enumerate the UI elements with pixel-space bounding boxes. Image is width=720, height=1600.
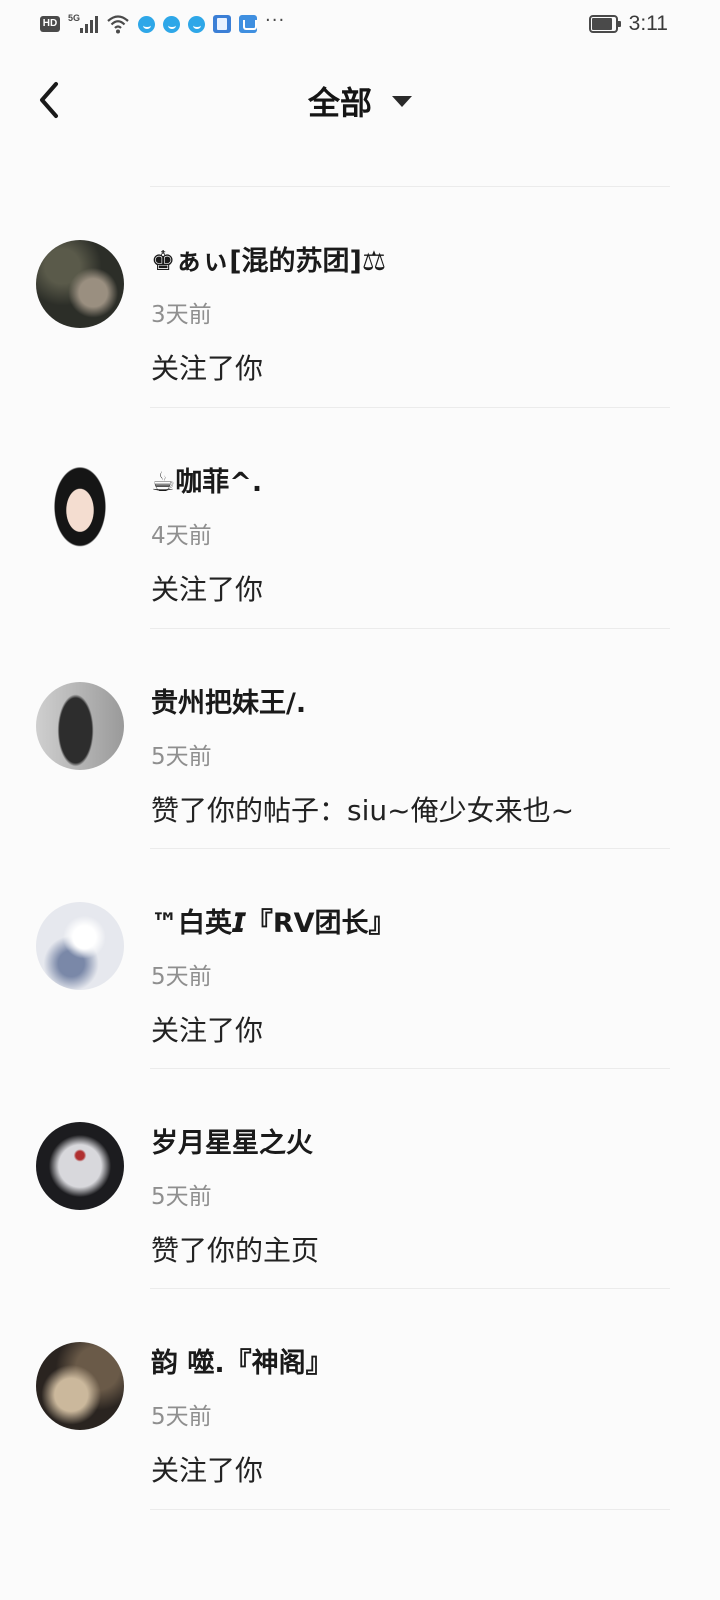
page-title: 全部 (307, 84, 372, 122)
notification-text: 关注了你 (151, 573, 264, 606)
nav-header: 全部 (0, 60, 720, 144)
avatar[interactable] (36, 1122, 124, 1210)
timestamp: 5天前 (151, 1404, 212, 1430)
app-store-icon (239, 15, 257, 33)
app-notification-icon (163, 15, 180, 33)
notification-item[interactable]: ☕咖菲^. 4天前 关注了你 (0, 408, 720, 628)
user-name[interactable]: ™白英𝙄『RV团长』 (151, 901, 396, 940)
user-name[interactable]: ☕咖菲^. (151, 460, 262, 499)
status-icons-left: HD 5G ··· (40, 11, 293, 37)
notification-text: 赞了你的主页 (151, 1234, 320, 1267)
filter-dropdown[interactable]: 全部 (308, 78, 412, 124)
user-name[interactable]: 贵州把妹王/. (151, 681, 306, 720)
app-icon (213, 15, 231, 33)
timestamp: 4天前 (151, 523, 212, 549)
list-item-partial[interactable] (150, 144, 670, 186)
notification-text: 关注了你 (151, 1014, 264, 1047)
avatar[interactable] (36, 461, 124, 549)
notification-text: 关注了你 (151, 1454, 264, 1487)
timestamp: 3天前 (151, 302, 212, 328)
status-bar: HD 5G ··· 3:11 (0, 0, 720, 48)
app-notification-icon (138, 15, 155, 33)
notification-text: 关注了你 (151, 352, 264, 385)
avatar[interactable] (36, 1342, 124, 1430)
signal-icon: 5G (68, 13, 98, 35)
more-icon: ··· (265, 10, 286, 31)
notification-item[interactable]: 韵 噬.『神阁』 5天前 关注了你 (0, 1289, 720, 1509)
notification-item[interactable]: 贵州把妹王/. 5天前 赞了你的帖子：siu~俺少女来也~ (0, 629, 720, 849)
status-clock: 3:11 (628, 12, 668, 35)
timestamp: 5天前 (151, 964, 212, 990)
user-name[interactable]: ♚ぁぃ[混的苏团]⚖ (151, 239, 386, 278)
timestamp: 5天前 (151, 744, 212, 770)
divider (150, 1509, 670, 1510)
app-notification-icon (188, 15, 205, 33)
notification-item[interactable]: ♚ぁぃ[混的苏团]⚖ 3天前 关注了你 (0, 187, 720, 407)
avatar[interactable] (36, 682, 124, 770)
notification-text: 赞了你的帖子：siu~俺少女来也~ (151, 794, 575, 827)
user-name[interactable]: 韵 噬.『神阁』 (151, 1341, 333, 1380)
caret-down-icon (392, 95, 412, 107)
notification-item[interactable]: 岁月星星之火 5天前 赞了你的主页 (0, 1069, 720, 1289)
battery-icon (588, 15, 621, 33)
avatar[interactable] (36, 902, 124, 990)
notification-item[interactable]: ™白英𝙄『RV团长』 5天前 关注了你 (0, 849, 720, 1069)
avatar[interactable] (36, 240, 124, 328)
hd-icon: HD (40, 16, 60, 32)
user-name[interactable]: 岁月星星之火 (151, 1121, 313, 1160)
status-icons-right: 3:11 (588, 11, 668, 37)
timestamp: 5天前 (151, 1184, 212, 1210)
network-type: 5G (68, 13, 81, 23)
wifi-icon (107, 15, 129, 34)
